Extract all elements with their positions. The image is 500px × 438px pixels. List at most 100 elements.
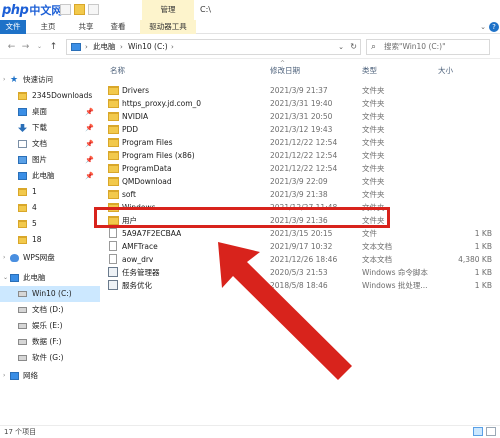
column-header-type[interactable]: 类型 xyxy=(362,64,377,78)
nav-label: 网络 xyxy=(23,371,38,380)
tab-share[interactable]: 共享 xyxy=(74,20,98,34)
nav-item-this-pc-quick[interactable]: 此电脑 📌 xyxy=(0,168,100,184)
recent-locations-chevron-icon[interactable]: ⌄ xyxy=(34,41,45,53)
pin-icon: 📌 xyxy=(85,108,94,116)
file-row[interactable]: PDD 2021/3/12 19:43 文件夹 xyxy=(100,123,500,136)
file-row[interactable]: 任务管理器 2020/5/3 21:53 Windows 命令脚本 1 KB xyxy=(100,266,500,279)
file-type: 文件 xyxy=(362,229,377,238)
file-row[interactable]: soft 2021/3/9 21:38 文件夹 xyxy=(100,188,500,201)
breadcrumb-this-pc[interactable]: 此电脑 xyxy=(93,40,116,54)
details-view-icon[interactable] xyxy=(473,427,483,436)
file-row[interactable]: Program Files (x86) 2021/12/22 12:54 文件夹 xyxy=(100,149,500,162)
file-row[interactable]: ProgramData 2021/12/22 12:54 文件夹 xyxy=(100,162,500,175)
nav-item-wps-cloud[interactable]: › WPS网盘 xyxy=(0,250,100,266)
pc-icon xyxy=(10,274,19,282)
folder-icon xyxy=(108,151,119,160)
file-row[interactable]: 用户 2021/3/9 21:36 文件夹 xyxy=(100,214,500,227)
pc-icon xyxy=(71,43,81,51)
breadcrumb-separator-icon[interactable]: › xyxy=(171,40,174,54)
file-row[interactable]: Drivers 2021/3/9 21:37 文件夹 xyxy=(100,84,500,97)
forward-arrow-icon[interactable]: → xyxy=(20,41,31,53)
nav-label: 数据 (F:) xyxy=(32,337,62,346)
file-date: 2021/12/26 18:46 xyxy=(270,255,338,264)
nav-item-drive-f[interactable]: 数据 (F:) xyxy=(0,334,100,350)
search-box[interactable]: ⌕ 搜索"Win10 (C:)" xyxy=(366,39,490,55)
folder-icon xyxy=(108,99,119,108)
folder-icon xyxy=(108,216,119,225)
file-row[interactable]: NVIDIA 2021/3/31 20:50 文件夹 xyxy=(100,110,500,123)
file-row[interactable]: Program Files 2021/12/22 12:54 文件夹 xyxy=(100,136,500,149)
folder-icon xyxy=(108,112,119,121)
nav-item-drive-c[interactable]: Win10 (C:) xyxy=(0,286,100,302)
file-name: 任务管理器 xyxy=(122,268,160,277)
file-row[interactable]: https_proxy.jd.com_0 2021/3/31 19:40 文件夹 xyxy=(100,97,500,110)
breadcrumb-separator-icon[interactable]: › xyxy=(85,40,88,54)
file-name: NVIDIA xyxy=(122,112,149,121)
nav-item-pictures[interactable]: 图片 📌 xyxy=(0,152,100,168)
column-header-size[interactable]: 大小 xyxy=(438,64,453,78)
nav-item-folder-1[interactable]: 1 xyxy=(0,184,100,200)
refresh-icon[interactable]: ↻ xyxy=(350,40,357,54)
breadcrumb-c-drive[interactable]: Win10 (C:) xyxy=(128,40,168,54)
nav-label: 娱乐 (E:) xyxy=(32,321,63,330)
tab-drive-tools[interactable]: 驱动器工具 xyxy=(140,20,196,34)
expand-chevron-icon[interactable]: › xyxy=(3,368,5,384)
pin-icon: 📌 xyxy=(85,140,94,148)
nav-item-desktop[interactable]: 桌面 📌 xyxy=(0,104,100,120)
file-row[interactable]: 服务优化 2018/5/8 18:46 Windows 批处理... 1 KB xyxy=(100,279,500,292)
file-row[interactable]: QMDownload 2021/3/9 22:09 文件夹 xyxy=(100,175,500,188)
expand-chevron-icon[interactable]: › xyxy=(3,72,5,88)
file-size xyxy=(400,188,492,201)
customize-toolbar-icon[interactable] xyxy=(88,4,99,15)
tab-home[interactable]: 主页 xyxy=(36,20,60,34)
nav-label: 18 xyxy=(32,235,42,244)
breadcrumb-separator-icon[interactable]: › xyxy=(120,40,123,54)
tab-file[interactable]: 文件 xyxy=(0,20,26,34)
up-arrow-icon[interactable]: ↑ xyxy=(48,41,59,53)
properties-icon[interactable] xyxy=(60,4,71,15)
new-folder-icon[interactable] xyxy=(74,4,85,15)
nav-item-folder-5[interactable]: 5 xyxy=(0,216,100,232)
nav-item-drive-d[interactable]: 文档 (D:) xyxy=(0,302,100,318)
column-header-name[interactable]: 名称 xyxy=(110,64,125,78)
column-header-date[interactable]: 修改日期 xyxy=(270,64,300,78)
address-bar[interactable]: › 此电脑 › Win10 (C:) › ⌄ ↻ xyxy=(66,39,361,55)
file-size xyxy=(400,123,492,136)
back-arrow-icon[interactable]: ← xyxy=(6,41,17,53)
expand-ribbon-icon[interactable]: ⌄ xyxy=(478,22,488,32)
logo-cn-text: 中文网 xyxy=(29,4,63,17)
expand-chevron-icon[interactable]: › xyxy=(3,250,5,266)
nav-item-this-pc[interactable]: ⌄ 此电脑 xyxy=(0,270,100,286)
file-row[interactable]: AMFTrace 2021/9/17 10:32 文本文档 1 KB xyxy=(100,240,500,253)
file-size xyxy=(400,84,492,97)
help-icon[interactable]: ? xyxy=(489,22,499,32)
file-name: Drivers xyxy=(122,86,149,95)
desktop-icon xyxy=(18,108,27,116)
nav-item-documents[interactable]: 文档 📌 xyxy=(0,136,100,152)
nav-item-drive-g[interactable]: 软件 (G:) xyxy=(0,350,100,366)
expand-chevron-icon[interactable]: ⌄ xyxy=(3,270,8,286)
folder-icon xyxy=(18,220,27,228)
nav-item-drive-e[interactable]: 娱乐 (E:) xyxy=(0,318,100,334)
nav-item-network[interactable]: › 网络 xyxy=(0,368,100,384)
network-icon xyxy=(10,372,19,380)
file-row[interactable]: aow_drv 2021/12/26 18:46 文本文档 4,380 KB xyxy=(100,253,500,266)
pin-icon: 📌 xyxy=(85,172,94,180)
file-type: 文本文档 xyxy=(362,255,392,264)
script-file-icon xyxy=(108,267,118,277)
manage-context-tab[interactable]: 管理 xyxy=(142,0,194,20)
drive-icon xyxy=(18,323,27,329)
file-date: 2021/9/17 10:32 xyxy=(270,242,333,251)
tab-view[interactable]: 查看 xyxy=(106,20,130,34)
nav-item-2345downloads[interactable]: 2345Downloads xyxy=(0,88,100,104)
large-icons-view-icon[interactable] xyxy=(486,427,496,436)
file-row[interactable]: Windows 2021/12/27 11:48 文件夹 xyxy=(100,201,500,214)
nav-quick-access[interactable]: › ★ 快速访问 xyxy=(0,72,100,88)
address-dropdown-icon[interactable]: ⌄ xyxy=(338,40,344,54)
file-row[interactable]: 5A9A7F2ECBAA 2021/3/15 20:15 文件 1 KB xyxy=(100,227,500,240)
nav-item-downloads[interactable]: 下载 📌 xyxy=(0,120,100,136)
nav-item-folder-18[interactable]: 18 xyxy=(0,232,100,248)
nav-item-folder-4[interactable]: 4 xyxy=(0,200,100,216)
nav-label: 下载 xyxy=(32,123,47,132)
nav-label: Win10 (C:) xyxy=(32,289,72,298)
